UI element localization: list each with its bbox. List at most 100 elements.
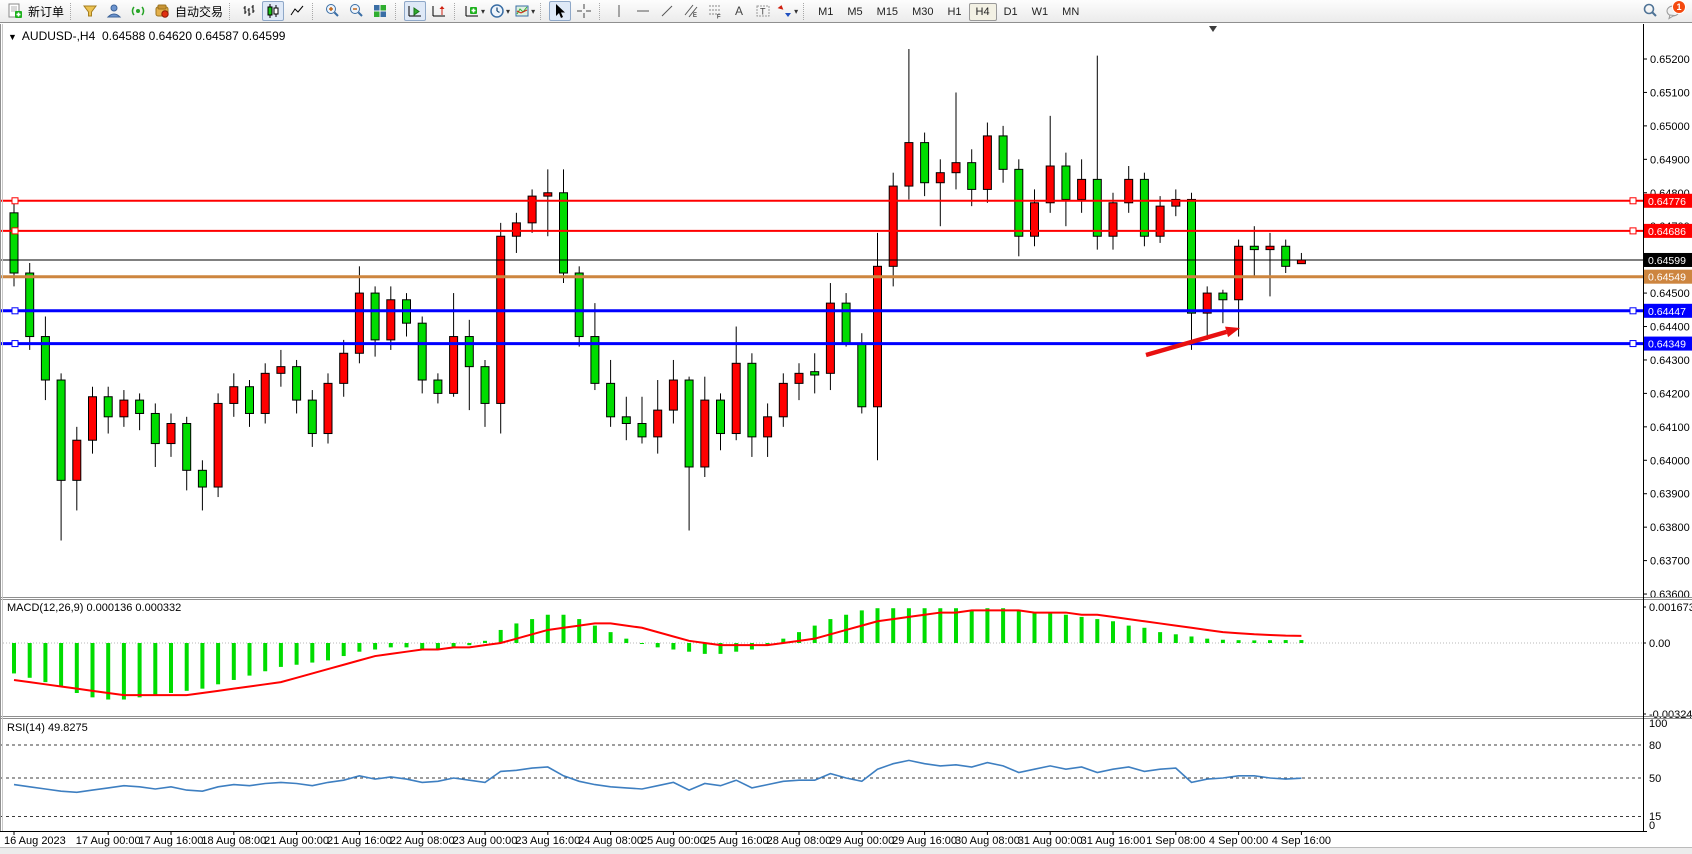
equidistant-channel-button[interactable]: E <box>680 1 702 21</box>
crosshair-icon <box>576 3 592 19</box>
metaeditor-button[interactable] <box>79 1 101 21</box>
tab-timeframe-MN[interactable]: MN <box>1055 3 1086 21</box>
candle-bull <box>340 353 348 383</box>
candle-bull <box>544 193 552 196</box>
chart-shift-button[interactable] <box>428 1 450 21</box>
horizontal-line-button[interactable] <box>632 1 654 21</box>
autotrading-button[interactable] <box>151 1 173 21</box>
tab-timeframe-H4[interactable]: H4 <box>969 3 997 21</box>
tile-windows-icon <box>372 3 388 19</box>
cursor-button[interactable] <box>549 1 571 21</box>
tab-timeframe-D1[interactable]: D1 <box>997 3 1025 21</box>
tab-timeframe-M15[interactable]: M15 <box>870 3 905 21</box>
tile-windows-button[interactable] <box>369 1 391 21</box>
vertical-line-button[interactable] <box>608 1 630 21</box>
svg-text:31 Aug 00:00: 31 Aug 00:00 <box>1018 835 1083 847</box>
tab-timeframe-M5[interactable]: M5 <box>840 3 869 21</box>
candle-bull <box>1266 246 1274 249</box>
candle-bear <box>1140 179 1148 236</box>
candle-bear <box>999 136 1007 169</box>
tab-timeframe-H1[interactable]: H1 <box>940 3 968 21</box>
svg-text:0.64349: 0.64349 <box>1648 339 1686 351</box>
signals-button[interactable] <box>127 1 149 21</box>
new-order-label[interactable]: 新订单 <box>28 3 64 20</box>
tab-timeframe-M30[interactable]: M30 <box>905 3 940 21</box>
candle-bull <box>387 300 395 340</box>
macd-bar <box>1205 639 1209 643</box>
crosshair-button[interactable] <box>573 1 595 21</box>
candle-bull <box>120 400 128 417</box>
svg-text:F: F <box>717 15 721 20</box>
line-handle <box>12 341 18 347</box>
macd-bar <box>248 643 252 676</box>
candle-bear <box>921 143 929 183</box>
tab-timeframe-W1[interactable]: W1 <box>1025 3 1056 21</box>
text-button[interactable]: A <box>728 1 750 21</box>
svg-text:0.64200: 0.64200 <box>1650 388 1690 400</box>
trendline-button[interactable] <box>656 1 678 21</box>
svg-text:23 Aug 16:00: 23 Aug 16:00 <box>515 835 580 847</box>
templates-icon <box>514 3 530 19</box>
fibonacci-button[interactable]: F <box>704 1 726 21</box>
candle-bear <box>858 343 866 407</box>
community-button[interactable] <box>103 1 125 21</box>
tab-timeframe-M1[interactable]: M1 <box>811 3 840 21</box>
candle-bull <box>654 410 662 437</box>
toolbar-separator <box>229 3 234 20</box>
candle-bear <box>968 163 976 190</box>
equidistant-channel-icon: E <box>683 3 699 19</box>
candle-bear <box>1250 246 1258 249</box>
candle-bear <box>465 337 473 367</box>
zoom-out-button[interactable] <box>345 1 367 21</box>
autotrading-label[interactable]: 自动交易 <box>175 3 223 20</box>
macd-bar <box>593 626 597 643</box>
macd-indicator-label: MACD(12,26,9) 0.000136 0.000332 <box>7 602 181 614</box>
chart-surface[interactable]: 0.652000.651000.650000.649000.648000.647… <box>0 24 1692 854</box>
macd-bar <box>279 643 283 667</box>
macd-bar <box>891 608 895 643</box>
macd-bar <box>1237 640 1241 643</box>
macd-bar <box>483 641 487 643</box>
macd-bar <box>200 643 204 689</box>
periods-button[interactable]: ▾ <box>488 1 511 21</box>
candle-bear <box>293 367 301 400</box>
line-chart-button[interactable] <box>286 1 308 21</box>
candle-bear <box>685 380 693 467</box>
zoom-in-button[interactable] <box>321 1 343 21</box>
search-button[interactable] <box>1639 1 1661 21</box>
auto-scroll-button[interactable] <box>404 1 426 21</box>
new-order-icon <box>7 3 23 19</box>
macd-bar <box>609 632 613 643</box>
candle-bull <box>889 186 897 266</box>
macd-bar <box>1111 621 1115 643</box>
svg-text:0.64500: 0.64500 <box>1650 288 1690 300</box>
macd-bar <box>389 643 393 647</box>
macd-bar <box>1095 619 1099 643</box>
templates-button[interactable]: ▾ <box>513 1 536 21</box>
candlestick-chart-button[interactable] <box>262 1 284 21</box>
notifications-button[interactable]: 1 <box>1663 1 1685 21</box>
vertical-line-icon <box>611 3 627 19</box>
chart-title-ohlc: 0.64588 0.64620 0.64587 0.64599 <box>102 29 286 43</box>
collapse-triangle-icon[interactable]: ▼ <box>8 32 17 42</box>
macd-bar <box>1284 640 1288 643</box>
svg-text:0.63900: 0.63900 <box>1650 489 1690 501</box>
svg-text:17 Aug 16:00: 17 Aug 16:00 <box>139 835 204 847</box>
candle-bull <box>230 387 238 404</box>
macd-bar <box>1033 613 1037 643</box>
candle-bear <box>1015 169 1023 236</box>
macd-bar <box>1190 636 1194 643</box>
candle-bull <box>89 397 97 440</box>
indicators-button[interactable]: ▾ <box>463 1 486 21</box>
macd-bar <box>467 643 471 645</box>
svg-text:1 Sep 08:00: 1 Sep 08:00 <box>1146 835 1205 847</box>
text-label-button[interactable]: T <box>752 1 774 21</box>
new-order-button[interactable] <box>4 1 26 21</box>
line-handle <box>12 228 18 234</box>
macd-bar <box>43 643 47 682</box>
arrows-icon <box>777 3 793 19</box>
svg-text:0.64549: 0.64549 <box>1648 272 1686 284</box>
svg-text:0.63800: 0.63800 <box>1650 522 1690 534</box>
arrows-button[interactable]: ▾ <box>776 1 799 21</box>
bar-chart-button[interactable] <box>238 1 260 21</box>
